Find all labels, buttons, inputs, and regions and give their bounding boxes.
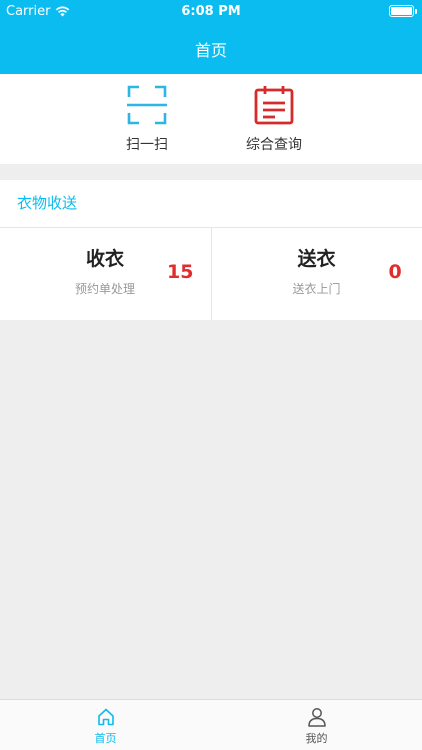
quick-actions: 扫一扫 综合查询 <box>0 74 422 164</box>
laundry-cards: 收衣 预约单处理 15 送衣 送衣上门 0 <box>0 228 422 320</box>
tab-home[interactable]: 首页 <box>0 700 211 750</box>
calendar-list-icon <box>254 86 294 125</box>
app-header: Carrier 6:08 PM 首页 <box>0 0 422 74</box>
scan-button[interactable]: 扫一扫 <box>92 84 202 154</box>
collect-count-badge: 15 <box>167 261 194 283</box>
status-time: 6:08 PM <box>181 4 241 19</box>
tab-mine-label: 我的 <box>305 732 328 745</box>
scan-label: 扫一扫 <box>126 137 168 153</box>
deliver-count-badge: 0 <box>388 261 402 283</box>
status-bar: Carrier 6:08 PM <box>0 0 422 24</box>
query-label: 综合查询 <box>246 137 302 153</box>
collect-clothes-card[interactable]: 收衣 预约单处理 15 <box>0 228 211 320</box>
battery-icon <box>389 5 417 17</box>
deliver-clothes-card[interactable]: 送衣 送衣上门 0 <box>210 228 422 320</box>
tab-mine[interactable]: 我的 <box>211 700 422 750</box>
query-button[interactable]: 综合查询 <box>219 84 329 154</box>
tab-bar: 首页 我的 <box>0 699 422 750</box>
home-icon <box>97 708 114 726</box>
laundry-section: 衣物收送 收衣 预约单处理 15 送衣 送衣上门 0 <box>0 180 422 320</box>
tab-home-label: 首页 <box>94 732 117 745</box>
page-title: 首页 <box>194 41 227 60</box>
section-title: 衣物收送 <box>0 180 422 228</box>
user-icon <box>307 708 326 727</box>
scan-icon <box>127 85 167 125</box>
